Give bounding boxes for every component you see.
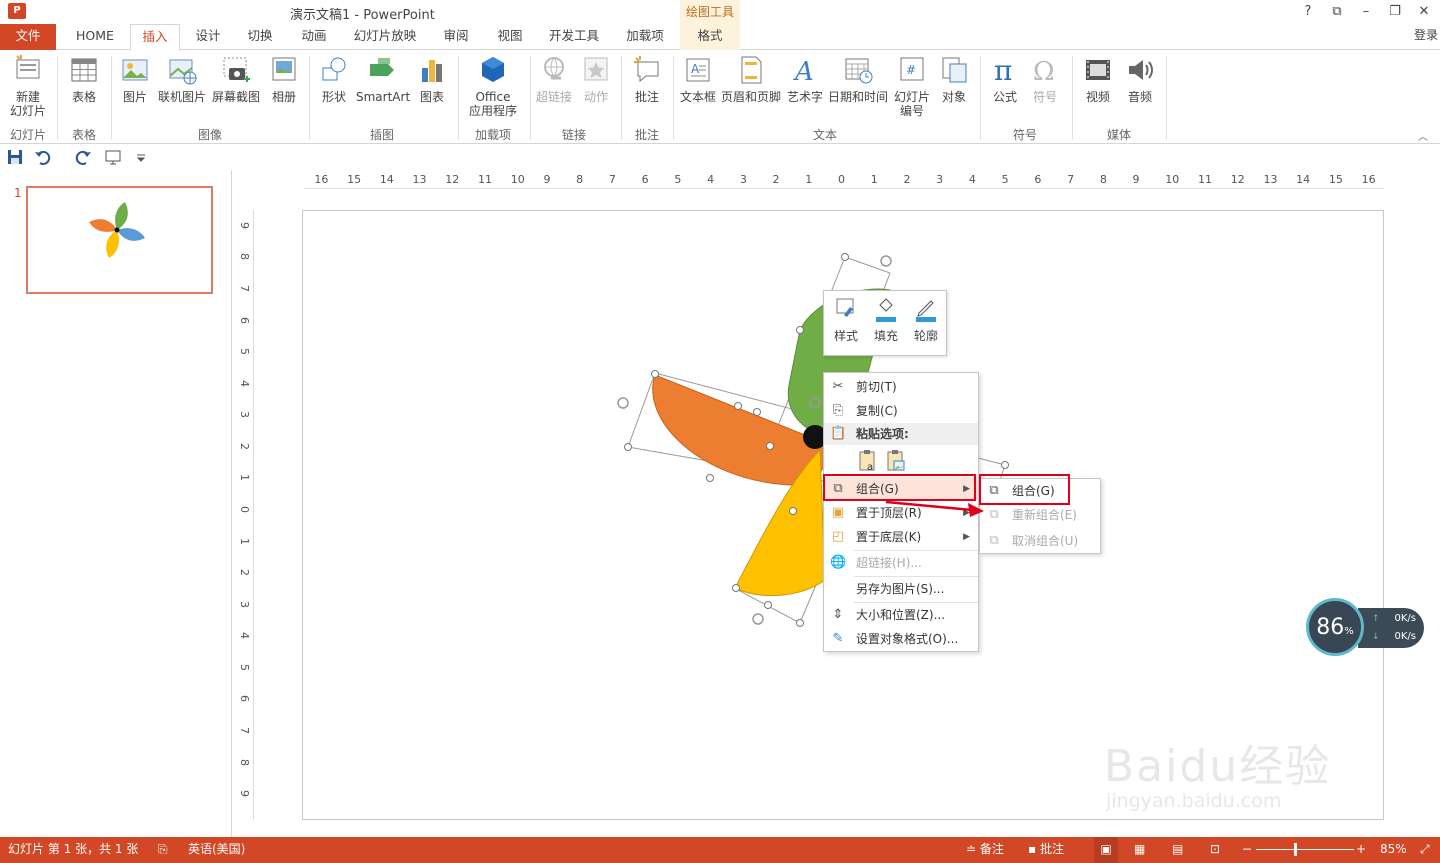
memory-percent: 86 [1316,615,1345,640]
download-speed: 0K/s [1394,631,1417,642]
slideshow-view-button[interactable]: ⊡ [1210,837,1220,863]
network-speed-widget[interactable]: ↑ 0K/s ↓ 0K/s 86% [1306,598,1424,658]
zoom-in-button[interactable]: + [1356,837,1366,863]
upload-arrow-icon: ↑ [1372,614,1380,624]
slideshow-icon: ⊡ [1210,842,1221,856]
zoom-level[interactable]: 85% [1380,837,1407,863]
reading-view-icon: ▤ [1172,842,1184,856]
fit-to-window-icon[interactable]: ⤢ [1420,837,1430,863]
memory-percent-unit: % [1344,626,1354,637]
spell-check-icon[interactable]: ⎘ [158,837,168,863]
language-status[interactable]: 英语(美国) [188,837,245,863]
zoom-slider-thumb[interactable] [1294,843,1297,856]
comment-status-icon: ▪ [1028,842,1040,856]
normal-view-button[interactable]: ▣ [1094,837,1118,863]
download-arrow-icon: ↓ [1372,632,1380,642]
upload-row: ↑ 0K/s [1372,611,1420,627]
notes-label: 备注 [979,842,1004,856]
notes-button[interactable]: ≐ 备注 [966,837,1004,863]
speed-panel: ↑ 0K/s ↓ 0K/s [1358,608,1424,648]
slide-sorter-icon: ▦ [1134,842,1146,856]
comments-label: 批注 [1039,842,1064,856]
status-bar: 幻灯片 第 1 张，共 1 张 ⎘ 英语(美国) ≐ 备注 ▪ 批注 ▣ ▦ ▤… [0,837,1440,863]
watermark-url: jingyan.baidu.com [1106,790,1282,812]
normal-view-icon: ▣ [1100,842,1112,856]
download-row: ↓ 0K/s [1372,629,1420,645]
memory-percent-gauge: 86% [1306,598,1364,656]
slide-sorter-view-button[interactable]: ▦ [1134,837,1145,863]
reading-view-button[interactable]: ▤ [1172,837,1183,863]
zoom-out-button[interactable]: − [1242,837,1252,863]
powerpoint-window: P 演示文稿1 - PowerPoint 绘图工具 ? ⧉ – ❐ ✕ 文件 H… [0,0,1440,863]
watermark-brand: Baidu经验 [1104,741,1332,792]
slide-count-status[interactable]: 幻灯片 第 1 张，共 1 张 [8,837,138,863]
zoom-slider-track[interactable] [1256,849,1354,850]
baidu-watermark: Baidu经验 jingyan.baidu.com [1104,712,1364,822]
notes-icon: ≐ [966,842,980,856]
upload-speed: 0K/s [1394,613,1417,624]
comments-button[interactable]: ▪ 批注 [1028,837,1064,863]
